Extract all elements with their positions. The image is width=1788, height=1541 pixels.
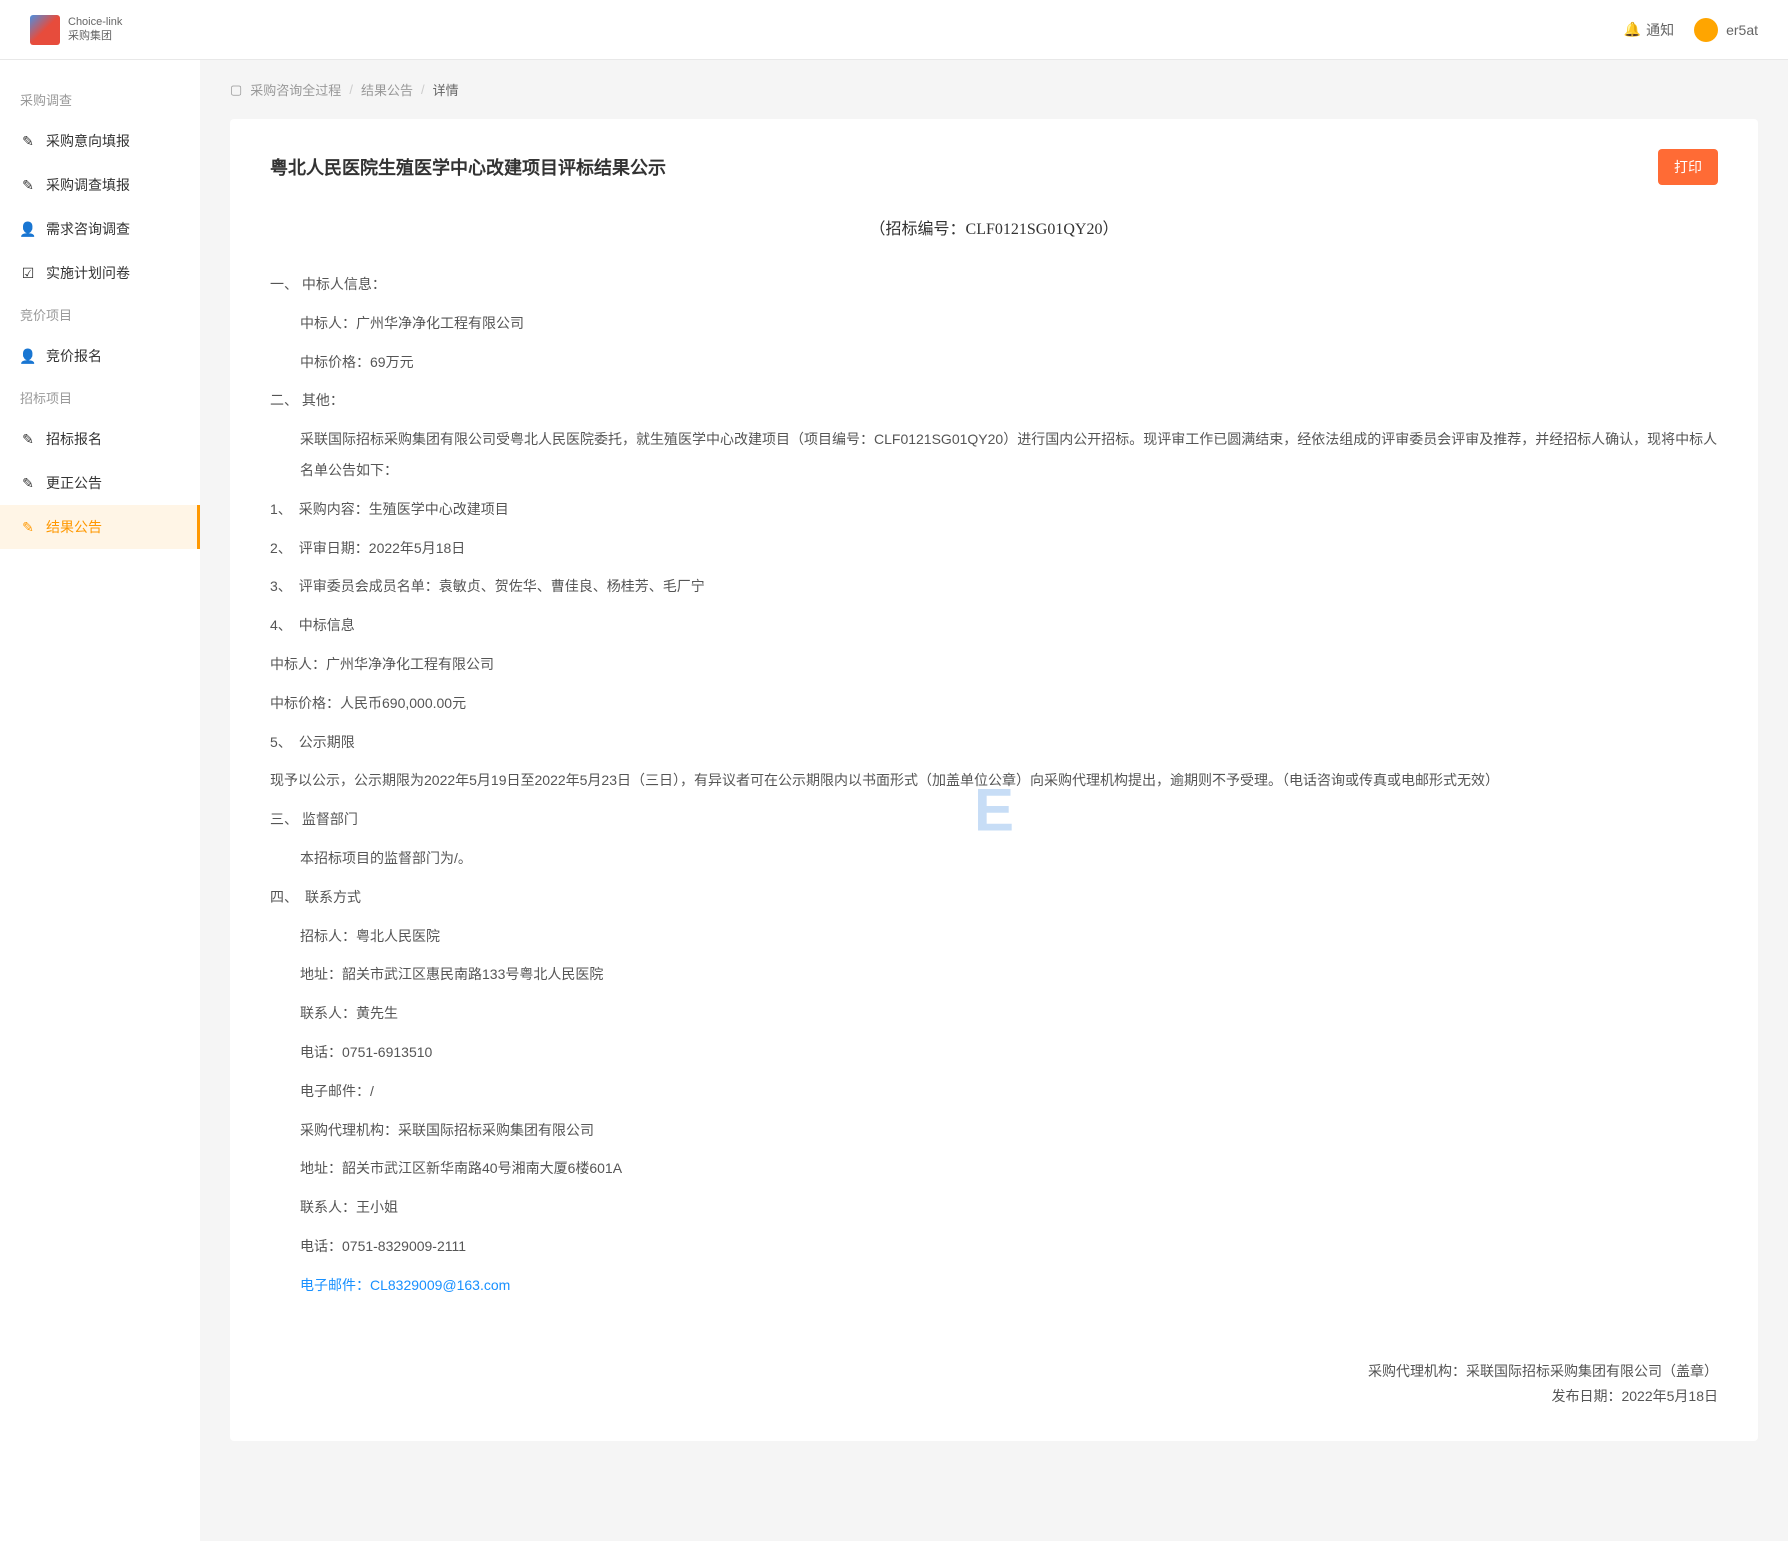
content-body: 一、 中标人信息： 中标人：广州华净净化工程有限公司 中标价格：69万元 二、 … [270,269,1718,1301]
sidebar-item-tender-register[interactable]: ✎ 招标报名 [0,417,200,461]
content-line: 本招标项目的监督部门为/。 [270,843,1718,874]
content-line: 地址：韶关市武江区新华南路40号湘南大厦6楼601A [270,1153,1718,1184]
content-line: 联系人：王小姐 [270,1192,1718,1223]
sidebar-item-implement-plan[interactable]: ☑ 实施计划问卷 [0,251,200,295]
sidebar-group-title: 竞价项目 [0,295,200,334]
logo-text-3: 采购集团 [68,30,122,43]
print-button[interactable]: 打印 [1658,149,1718,185]
breadcrumb-item[interactable]: 结果公告 [361,80,413,99]
sidebar-item-label: 更正公告 [46,473,102,493]
header-right: 🔔 通知 er5at [1624,18,1758,42]
sidebar-item-purchase-survey[interactable]: ✎ 采购调查填报 [0,163,200,207]
sidebar-item-label: 需求咨询调查 [46,219,130,239]
edit-icon: ✎ [20,133,36,149]
user-menu[interactable]: er5at [1694,18,1758,42]
edit-icon: ✎ [20,475,36,491]
avatar [1694,18,1718,42]
logo[interactable]: Choice-link 采购集团 [30,15,122,45]
section-title: 二、 其他： [270,385,1718,416]
content-line: 中标人：广州华净净化工程有限公司 [270,308,1718,339]
breadcrumb: ▢ 采购咨询全过程 / 结果公告 / 详情 [230,80,1758,99]
content-line: 2、 评审日期：2022年5月18日 [270,533,1718,564]
content-line: 地址：韶关市武江区惠民南路133号粤北人民医院 [270,959,1718,990]
sidebar-item-label: 结果公告 [46,517,102,537]
logo-icon [30,15,60,45]
content-line: 采联国际招标采购集团有限公司受粤北人民医院委托，就生殖医学中心改建项目（项目编号… [270,424,1718,486]
logo-text-1: Choice-link [68,16,122,29]
edit-icon: ✎ [20,431,36,447]
breadcrumb-sep: / [421,82,425,97]
content-line: 招标人：粤北人民医院 [270,921,1718,952]
content-line: 中标人：广州华净净化工程有限公司 [270,649,1718,680]
sidebar-item-result-notice[interactable]: ✎ 结果公告 [0,505,200,549]
sidebar-group-2: 招标项目 ✎ 招标报名 ✎ 更正公告 ✎ 结果公告 [0,378,200,549]
sidebar: 采购调查 ✎ 采购意向填报 ✎ 采购调查填报 👤 需求咨询调查 ☑ 实施计划问卷… [0,60,200,1541]
header: Choice-link 采购集团 🔔 通知 er5at [0,0,1788,60]
breadcrumb-sep: / [349,82,353,97]
footer-info: 采购代理机构：采联国际招标采购集团有限公司（盖章） 发布日期：2022年5月18… [270,1361,1718,1406]
content-line: 中标价格：69万元 [270,347,1718,378]
footer-date: 发布日期：2022年5月18日 [270,1386,1718,1406]
user-icon: 👤 [20,221,36,237]
content-line: 电话：0751-6913510 [270,1037,1718,1068]
section-title: 四、 联系方式 [270,882,1718,913]
sidebar-group-0: 采购调查 ✎ 采购意向填报 ✎ 采购调查填报 👤 需求咨询调查 ☑ 实施计划问卷 [0,80,200,295]
edit-icon: ✎ [20,519,36,535]
content-line: 中标价格：人民币690,000.00元 [270,688,1718,719]
sidebar-item-label: 招标报名 [46,429,102,449]
content-line: 现予以公示，公示期限为2022年5月19日至2022年5月23日（三日），有异议… [270,765,1718,796]
notification-button[interactable]: 🔔 通知 [1624,20,1674,40]
sidebar-group-title: 招标项目 [0,378,200,417]
sidebar-item-demand-consult[interactable]: 👤 需求咨询调查 [0,207,200,251]
edit-icon: ✎ [20,177,36,193]
notification-label: 通知 [1646,20,1674,40]
content-line: 5、 公示期限 [270,727,1718,758]
section-title: 一、 中标人信息： [270,269,1718,300]
breadcrumb-item-current: 详情 [433,80,459,99]
content-line: 3、 评审委员会成员名单：袁敏贞、贺佐华、曹佳良、杨桂芳、毛厂宁 [270,571,1718,602]
user-icon: 👤 [20,348,36,364]
content-card: 粤北人民医院生殖医学中心改建项目评标结果公示 打印 （招标编号：CLF0121S… [230,119,1758,1441]
username: er5at [1726,22,1758,38]
content-line: 电话：0751-8329009-2111 [270,1231,1718,1262]
sidebar-item-correction-notice[interactable]: ✎ 更正公告 [0,461,200,505]
sidebar-group-title: 采购调查 [0,80,200,119]
breadcrumb-item[interactable]: 采购咨询全过程 [250,80,341,99]
content-line: 联系人：黄先生 [270,998,1718,1029]
title-row: 粤北人民医院生殖医学中心改建项目评标结果公示 打印 [270,149,1718,185]
content-wrapper: （招标编号：CLF0121SG01QY20） 一、 中标人信息： 中标人：广州华… [270,215,1718,1406]
section-title: 三、 监督部门 [270,804,1718,835]
sidebar-group-1: 竞价项目 👤 竞价报名 [0,295,200,378]
content-line-email: 电子邮件：CL8329009@163.com [270,1270,1718,1301]
bell-icon: 🔔 [1624,21,1641,38]
checkbox-icon: ☑ [20,265,36,281]
home-icon[interactable]: ▢ [230,82,242,98]
content-line: 电子邮件：/ [270,1076,1718,1107]
sidebar-item-label: 采购意向填报 [46,131,130,151]
main-content: ▢ 采购咨询全过程 / 结果公告 / 详情 粤北人民医院生殖医学中心改建项目评标… [200,60,1788,1541]
page-title: 粤北人民医院生殖医学中心改建项目评标结果公示 [270,154,666,180]
content-line: 1、 采购内容：生殖医学中心改建项目 [270,494,1718,525]
sidebar-item-bid-register[interactable]: 👤 竞价报名 [0,334,200,378]
footer-agency: 采购代理机构：采联国际招标采购集团有限公司（盖章） [270,1361,1718,1381]
sidebar-item-purchase-intent[interactable]: ✎ 采购意向填报 [0,119,200,163]
sidebar-item-label: 采购调查填报 [46,175,130,195]
content-line: 4、 中标信息 [270,610,1718,641]
sidebar-item-label: 实施计划问卷 [46,263,130,283]
bid-number: （招标编号：CLF0121SG01QY20） [270,215,1718,239]
logo-text: Choice-link 采购集团 [68,16,122,42]
sidebar-item-label: 竞价报名 [46,346,102,366]
content-line: 采购代理机构：采联国际招标采购集团有限公司 [270,1115,1718,1146]
